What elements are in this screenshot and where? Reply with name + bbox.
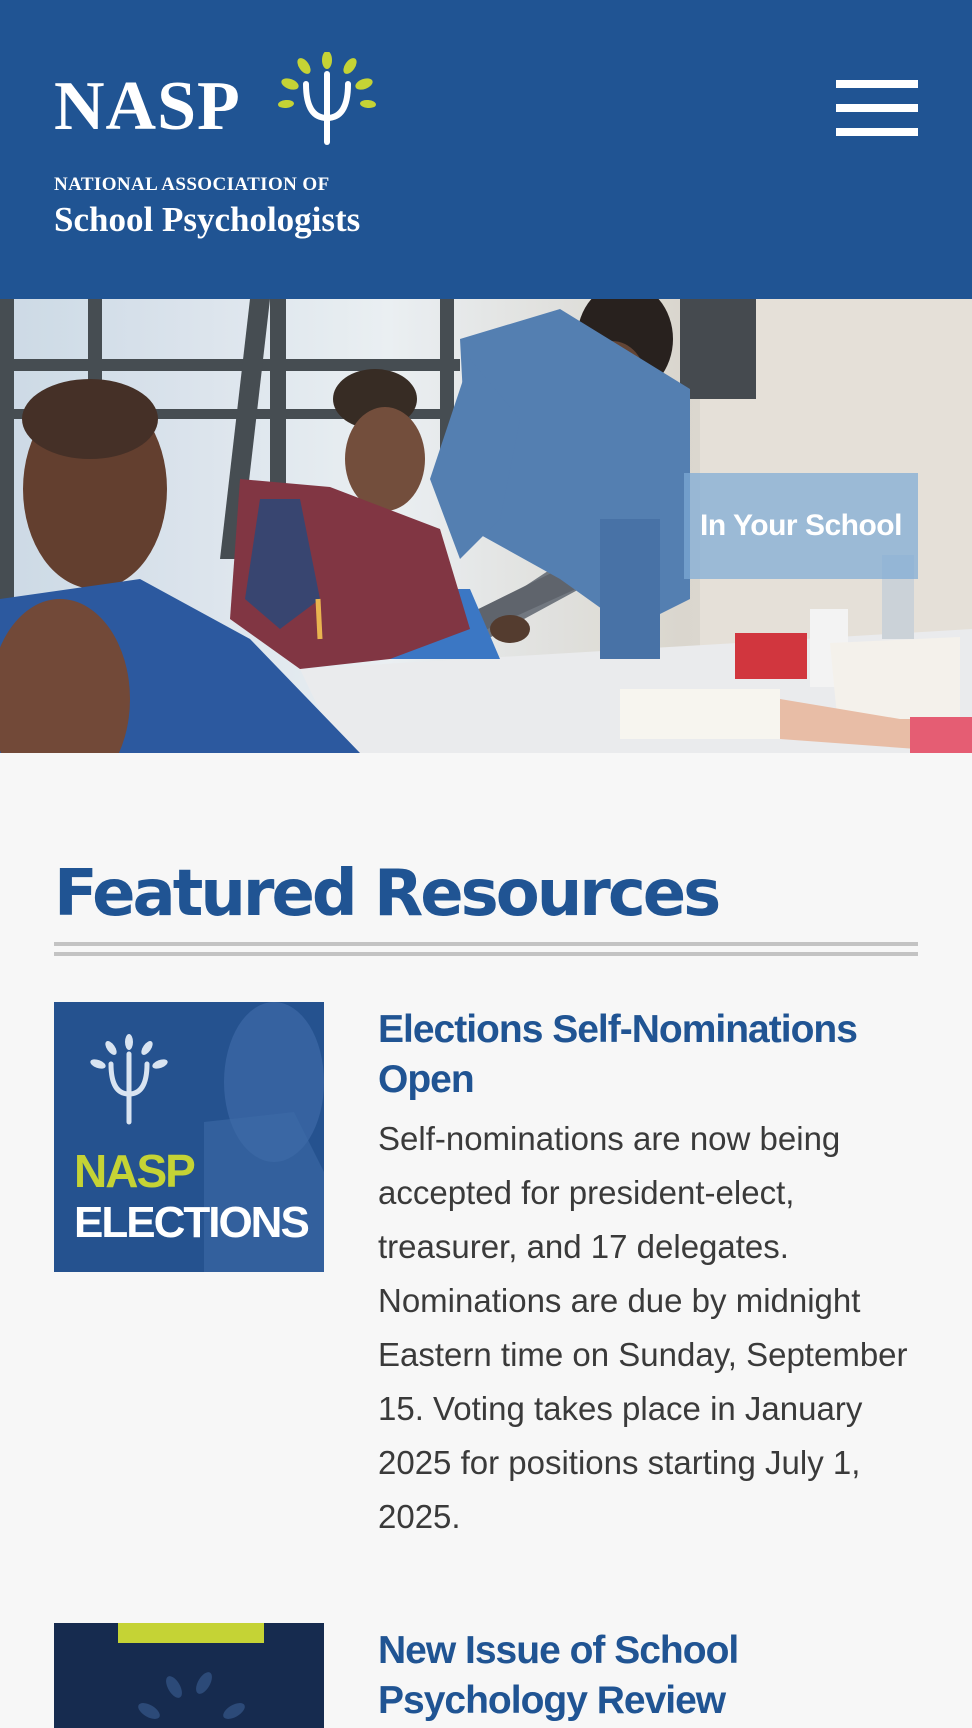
hero-caption-link[interactable]: In Your School bbox=[684, 473, 918, 579]
card-title-journal[interactable]: New Issue of School Psychology Review bbox=[378, 1626, 923, 1726]
badge-text-nasp: NASP bbox=[74, 1145, 196, 1197]
site-header: NASP NATIONAL ASSOCIATION OF School Psyc… bbox=[0, 0, 972, 299]
logo-tagline-bottom: School Psychologists bbox=[54, 200, 361, 239]
elections-card-image[interactable]: NASP ELECTIONS bbox=[54, 1002, 324, 1272]
menu-bar bbox=[836, 104, 918, 112]
journal-card-image[interactable] bbox=[54, 1623, 324, 1728]
card-body-elections: Self-nominations are now being accepted … bbox=[378, 1120, 908, 1535]
journal-cover-graphic bbox=[54, 1623, 324, 1728]
logo-wordmark: NASP bbox=[54, 68, 241, 145]
title-divider bbox=[54, 942, 918, 958]
section-title: Featured Resources bbox=[54, 857, 721, 931]
nasp-logo[interactable]: NASP NATIONAL ASSOCIATION OF School Psyc… bbox=[54, 52, 384, 252]
menu-bar bbox=[836, 80, 918, 88]
logo-tagline-top: NATIONAL ASSOCIATION OF bbox=[54, 174, 330, 195]
menu-bar bbox=[836, 128, 918, 136]
hamburger-menu-icon[interactable] bbox=[836, 80, 918, 136]
card-title-elections[interactable]: Elections Self-Nominations Open bbox=[378, 1005, 923, 1105]
badge-text-elections: ELECTIONS bbox=[74, 1198, 310, 1247]
psi-tree-icon bbox=[278, 52, 376, 145]
